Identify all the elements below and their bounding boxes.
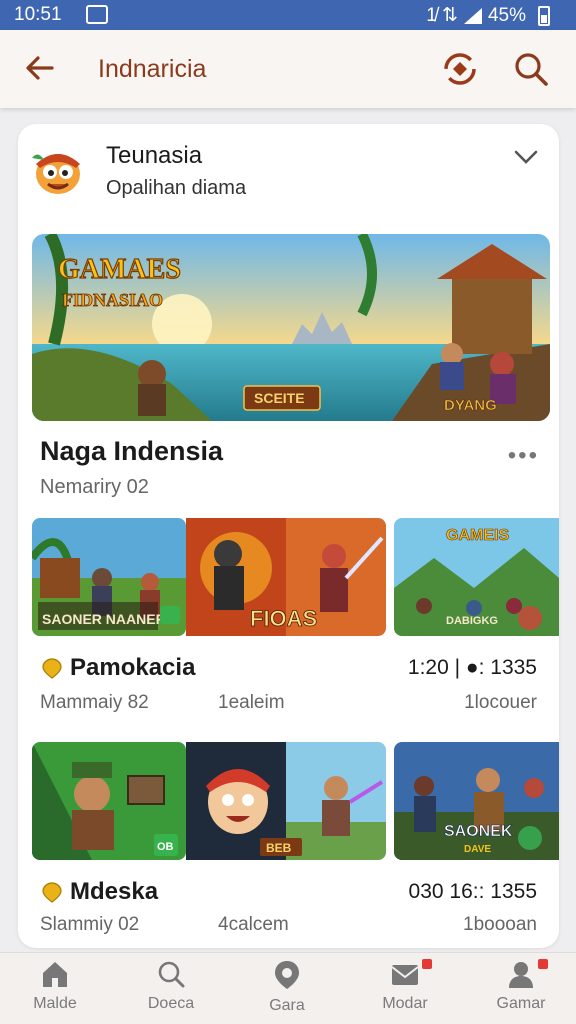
- banner-center-label: SCEITE: [254, 390, 305, 406]
- content-card: Teunasia Opalihan diama GAMAES FIDNASIAO: [18, 124, 559, 948]
- status-time: 10:51: [14, 4, 62, 25]
- user-icon: [509, 962, 533, 988]
- search-icon: [158, 961, 185, 988]
- arrow-left-icon[interactable]: [22, 50, 62, 90]
- nav-label: Modar: [382, 995, 428, 1012]
- notification-badge: [538, 959, 548, 969]
- thumbnail-label: SAONER NAANER: [42, 611, 166, 627]
- nav-label: Malde: [33, 995, 77, 1012]
- mail-icon: [391, 965, 419, 985]
- battery-percent: 45%: [487, 4, 526, 26]
- hero-banner[interactable]: GAMAES FIDNASIAO SCEITE DYANG: [32, 234, 550, 421]
- thumbnail-label: SAONEK: [444, 823, 513, 840]
- search-icon[interactable]: [512, 50, 552, 90]
- game-meta-right: 1boooan: [463, 914, 537, 935]
- nav-label: Doeca: [147, 995, 195, 1012]
- game-thumbnail[interactable]: BEB: [186, 742, 386, 860]
- thumbnail-label: DAVE: [464, 844, 491, 855]
- more-options-icon[interactable]: •••: [508, 442, 539, 470]
- game-meta-mid: 4calcem: [218, 914, 289, 935]
- status-right: 1̸ ⇅ 45%: [426, 4, 550, 27]
- channel-subtitle: Opalihan diama: [106, 177, 247, 199]
- game-thumbnail[interactable]: SAONER NAANER: [32, 518, 186, 636]
- medal-icon: [40, 880, 64, 910]
- banner-logo-title: GAMAES: [58, 254, 181, 285]
- thumbnail-label: OB: [157, 841, 174, 853]
- battery-icon: [538, 5, 550, 26]
- signal-icon: [463, 7, 482, 24]
- nav-item-profile[interactable]: Gamar: [466, 959, 576, 1013]
- game-thumbnail[interactable]: SAONEK DAVE: [394, 742, 559, 860]
- game-meta-mid: 1ealeim: [218, 692, 285, 713]
- page-title: Indnaricia: [98, 55, 207, 83]
- home-icon: [43, 962, 67, 987]
- location-icon: [275, 961, 299, 989]
- nav-item-mail[interactable]: Modar: [350, 959, 460, 1013]
- sync-icon[interactable]: [440, 50, 480, 90]
- game-name[interactable]: Mdeska: [70, 878, 158, 906]
- game-thumbnail[interactable]: GAMEIS DABIGKG: [394, 518, 559, 636]
- network-indicators: 1̸ ⇅: [426, 5, 458, 26]
- banner-right-label: DYANG: [444, 397, 497, 414]
- mascot-avatar[interactable]: [30, 142, 86, 198]
- game-name[interactable]: Pamokacia: [70, 654, 195, 682]
- status-bar: 10:51 1̸ ⇅ 45%: [0, 0, 576, 30]
- channel-title: Teunasia: [106, 142, 203, 169]
- thumbnail-label: DABIGKG: [446, 615, 498, 627]
- game-stats: 030 16:: 1355: [408, 880, 537, 903]
- game-meta-left: Slammiy 02: [40, 914, 140, 935]
- thumbnail-label: FIOAS: [250, 606, 317, 631]
- nav-label: Gamar: [496, 995, 546, 1012]
- medal-icon: [40, 656, 64, 686]
- banner-logo-subtitle: FIDNASIAO: [62, 290, 163, 310]
- game-stats: 1:20 | ●: 1335: [407, 656, 537, 679]
- game-meta-left: Mammaiy 82: [40, 692, 149, 713]
- hero-subtitle: Nemariry 02: [40, 476, 149, 498]
- chevron-down-icon[interactable]: [513, 146, 539, 174]
- nav-item-search[interactable]: Doeca: [116, 959, 226, 1013]
- nav-item-location[interactable]: Gara: [232, 959, 342, 1015]
- nav-item-home[interactable]: Malde: [0, 959, 110, 1013]
- notification-badge: [422, 959, 432, 969]
- thumbnail-label: BEB: [266, 841, 292, 855]
- notification-icon: [86, 5, 108, 24]
- game-thumbnail[interactable]: OB: [32, 742, 186, 860]
- thumbnail-label: GAMEIS: [446, 527, 509, 544]
- hero-title[interactable]: Naga Indensia: [40, 436, 223, 467]
- game-meta-right: 1locouer: [464, 692, 537, 713]
- nav-label: Gara: [269, 997, 305, 1014]
- app-bar: Indnaricia: [0, 30, 576, 108]
- game-thumbnail[interactable]: FIOAS: [186, 518, 386, 636]
- bottom-navigation: Malde Doeca Gara Modar Gamar: [0, 952, 576, 1024]
